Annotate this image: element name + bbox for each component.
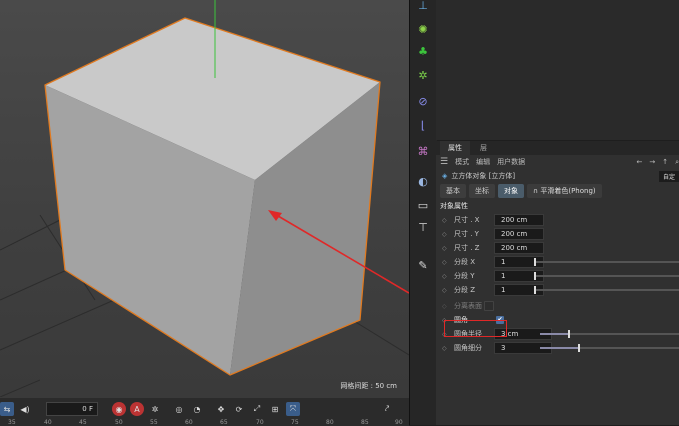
param-key-icon[interactable]: ⊞ [268,402,282,416]
search-icon[interactable]: ⌕ [675,158,679,167]
timeline-loop-icon[interactable]: ⇆ [0,402,14,416]
segments-x-label: 分段 X [454,258,476,266]
effector-icon[interactable]: ✲ [414,66,432,84]
tag-icon[interactable]: ⌘ [414,142,432,160]
move-key-icon[interactable]: ✥ [214,402,228,416]
separate-surfaces-checkbox[interactable] [484,301,494,311]
menu-icon[interactable]: ☰ [440,157,448,167]
curve-icon[interactable]: ⤤ [380,402,394,416]
autokey-icon[interactable]: A [130,402,144,416]
rotate-key-icon[interactable]: ⟳ [232,402,246,416]
segments-x-row: ◇ 分段 X 1 [436,255,679,269]
light-icon[interactable]: ✺ [414,20,432,38]
phong-label: 平滑着色(Phong) [540,187,596,195]
size-z-label: 尺寸 . Z [454,244,480,252]
nav-up-icon[interactable]: ↑ [662,158,668,166]
custom-button[interactable]: 自定 [658,170,679,182]
keyframe-settings-icon[interactable]: ✲ [148,402,162,416]
fillet-subdivision-row: ◇ 圆角细分 3 [436,341,679,355]
size-y-label: 尺寸 . Y [454,230,479,238]
object-title: 立方体对象 [立方体] [451,172,516,180]
size-y-row: ◇ 尺寸 . Y 200 cm [436,227,679,241]
timer-icon[interactable]: ◔ [190,402,204,416]
keyframe-diamond-icon[interactable]: ◇ [442,259,450,266]
scale-key-icon[interactable]: ⤢ [250,402,264,416]
tab-phong[interactable]: ∩ 平滑着色(Phong) [527,184,602,198]
keyframe-diamond-icon[interactable]: ◇ [442,245,450,252]
tab-layers[interactable]: 层 [472,141,495,155]
size-x-field[interactable]: 200 cm [494,214,544,226]
keyframe-diamond-icon[interactable]: ◇ [442,287,450,294]
object-manager[interactable] [436,0,679,140]
cube-mesh [44,17,381,376]
fillet-subdivision-label: 圆角细分 [454,344,482,352]
info-icon[interactable]: ⊥ [414,0,432,14]
size-z-field[interactable]: 200 cm [494,242,544,254]
tab-attributes[interactable]: 属性 [440,141,470,155]
render-view-icon[interactable]: ▭ [414,196,432,214]
size-z-row: ◇ 尺寸 . Z 200 cm [436,241,679,255]
separate-surfaces-label: 分离表面 [454,302,482,310]
frame-field[interactable]: 0 F [46,402,98,416]
segments-z-slider[interactable] [534,286,679,294]
deformer-icon[interactable]: ⊘ [414,92,432,110]
record-icon[interactable]: ◉ [112,402,126,416]
tab-basic[interactable]: 基本 [440,184,466,198]
spline-icon[interactable]: ⌊ [414,116,432,134]
3d-viewport[interactable]: 网格间距 : 50 cm [0,0,409,397]
size-x-row: ◇ 尺寸 . X 200 cm [436,213,679,227]
camera-icon[interactable]: ◐ [414,172,432,190]
keyframe-diamond-icon[interactable]: ◇ [442,231,450,238]
point-key-icon[interactable]: ⤧ [286,402,300,416]
fillet-subdivision-slider[interactable] [540,344,679,352]
fillet-highlight-box [444,320,507,337]
keyframe-diamond-icon[interactable]: ◇ [442,273,450,280]
section-title: 对象属性 [440,202,468,210]
segments-x-slider[interactable] [534,258,679,266]
menu-user-data[interactable]: 用户数据 [497,157,525,167]
motion-icon[interactable]: ◎ [172,402,186,416]
timeline: ⇆ ◀) 0 F ◉ A ✲ ◎ ◔ ✥ ⟳ ⤢ ⊞ ⤧ ⤤ 35 40 45 … [0,397,409,426]
menu-edit[interactable]: 编辑 [476,157,490,167]
cloner-icon[interactable]: ♣ [414,42,432,60]
grid-spacing-label: 网格间距 : 50 cm [340,382,397,390]
fillet-radius-slider[interactable] [540,330,679,338]
segments-y-row: ◇ 分段 Y 1 [436,269,679,283]
segments-z-label: 分段 Z [454,286,476,294]
keyframe-diamond-icon[interactable]: ◇ [442,217,450,224]
tab-coord[interactable]: 坐标 [469,184,495,198]
nav-forward-icon[interactable]: → [649,158,655,166]
object-icon-bar: ⊥ ✺ ♣ ✲ ⊘ ⌊ ⌘ ◐ ▭ ⊤ ✎ [409,0,437,425]
keyframe-diamond-icon[interactable]: ◇ [442,303,450,310]
segments-z-row: ◇ 分段 Z 1 [436,283,679,297]
tab-object[interactable]: 对象 [498,184,524,198]
size-x-label: 尺寸 . X [454,216,480,224]
edit-icon[interactable]: ✎ [414,256,432,274]
separate-surfaces-row: ◇ 分离表面 [436,299,679,313]
floor-icon[interactable]: ⊤ [414,218,432,236]
sound-icon[interactable]: ◀) [18,402,32,416]
attributes-panel: 属性 层 ☰ 模式 编辑 用户数据 ← → ↑ ⌕ ◈ 立方体对象 [立方体] … [436,141,679,425]
nav-back-icon[interactable]: ← [636,158,642,166]
keyframe-diamond-icon[interactable]: ◇ [442,345,450,352]
segments-y-slider[interactable] [534,272,679,280]
segments-y-label: 分段 Y [454,272,475,280]
cube-object-icon: ◈ [442,172,448,180]
viewport-scene [0,0,409,397]
size-y-field[interactable]: 200 cm [494,228,544,240]
menu-mode[interactable]: 模式 [455,157,469,167]
